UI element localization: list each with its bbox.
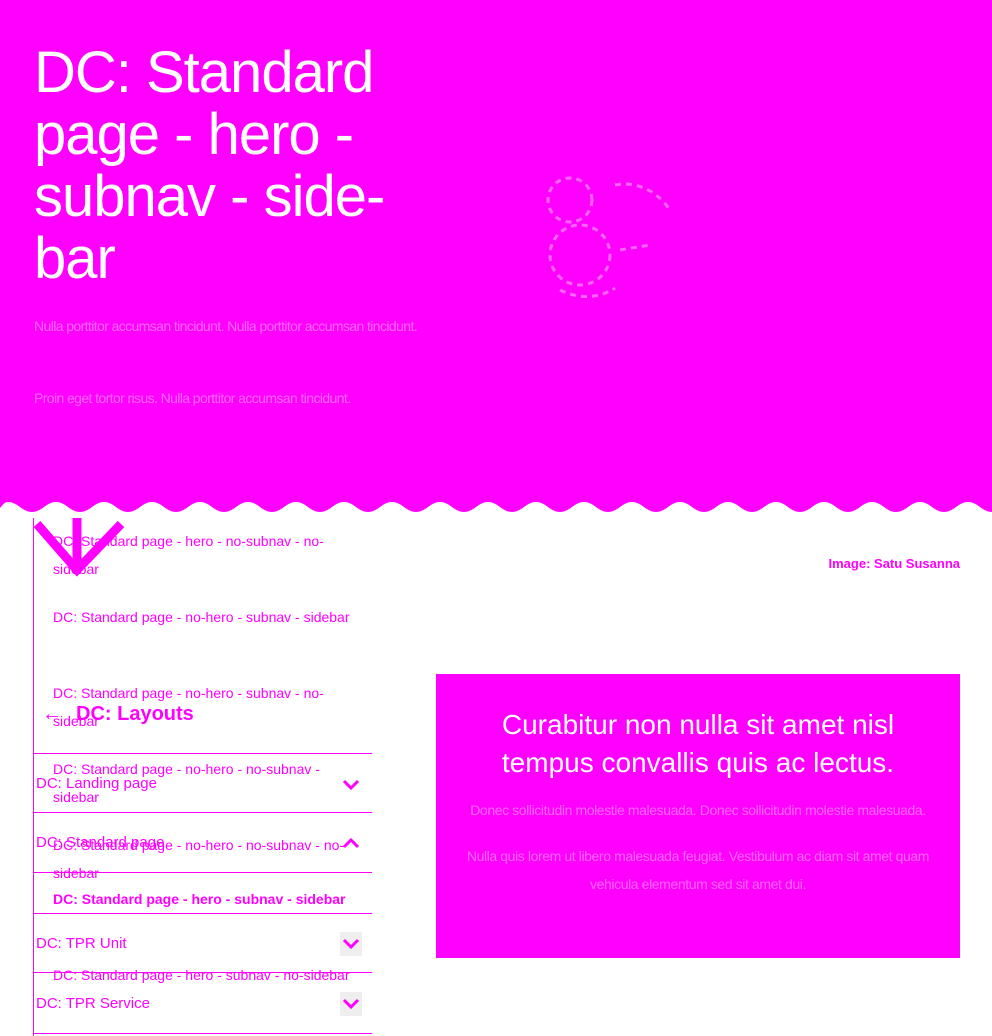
hero-banner: DC: Standard page - hero - subnav - side…	[0, 0, 992, 500]
chevron-down-icon[interactable]	[340, 992, 362, 1016]
subnav-item-active[interactable]: DC: Standard page - hero - subnav - side…	[53, 885, 363, 913]
accordion-label: DC: TPR Unit	[36, 935, 127, 952]
hero-paragraph: Proin eget tortor risus. Nulla porttitor…	[34, 390, 351, 406]
accordion-tpr-unit[interactable]: DC: TPR Unit	[33, 913, 372, 973]
callout-paragraph: Donec sollicitudin molestie malesuada. D…	[470, 802, 926, 818]
callout-paragraph: Nulla quis lorem ut libero malesuada feu…	[466, 848, 930, 892]
hero-illustration	[546, 176, 672, 298]
back-link-label: DC: Layouts	[76, 703, 194, 725]
arrow-left-icon: ←	[42, 703, 62, 725]
chevron-down-icon[interactable]	[340, 775, 362, 795]
accordion-label: DC: TPR Service	[36, 995, 150, 1012]
image-caption: Image: Satu Susanna	[828, 556, 960, 571]
callout-box: Curabitur non nulla sit amet nisl tempus…	[436, 674, 960, 958]
back-to-layouts-link[interactable]: ← DC: Layouts	[42, 700, 194, 728]
subnav-item[interactable]: DC: Standard page - no-hero - subnav - s…	[53, 603, 363, 631]
arrow-down-icon	[33, 518, 125, 577]
hero-paragraph: Nulla porttitor accumsan tincidunt. Null…	[34, 318, 418, 334]
accordion-label: DC: Landing page	[36, 775, 157, 792]
page-title: DC: Standard page - hero - subnav - side…	[34, 40, 385, 291]
chevron-up-icon[interactable]	[340, 834, 362, 854]
accordion-label: DC: Standard page	[36, 834, 165, 851]
callout-heading: Curabitur non nulla sit amet nisl tempus…	[501, 709, 895, 778]
chevron-down-icon[interactable]	[340, 932, 362, 956]
accordion-standard-page[interactable]: DC: Standard page	[33, 813, 372, 873]
accordion-landing-page[interactable]: DC: Landing page	[33, 753, 372, 813]
accordion-tpr-service[interactable]: DC: TPR Service	[33, 974, 372, 1034]
